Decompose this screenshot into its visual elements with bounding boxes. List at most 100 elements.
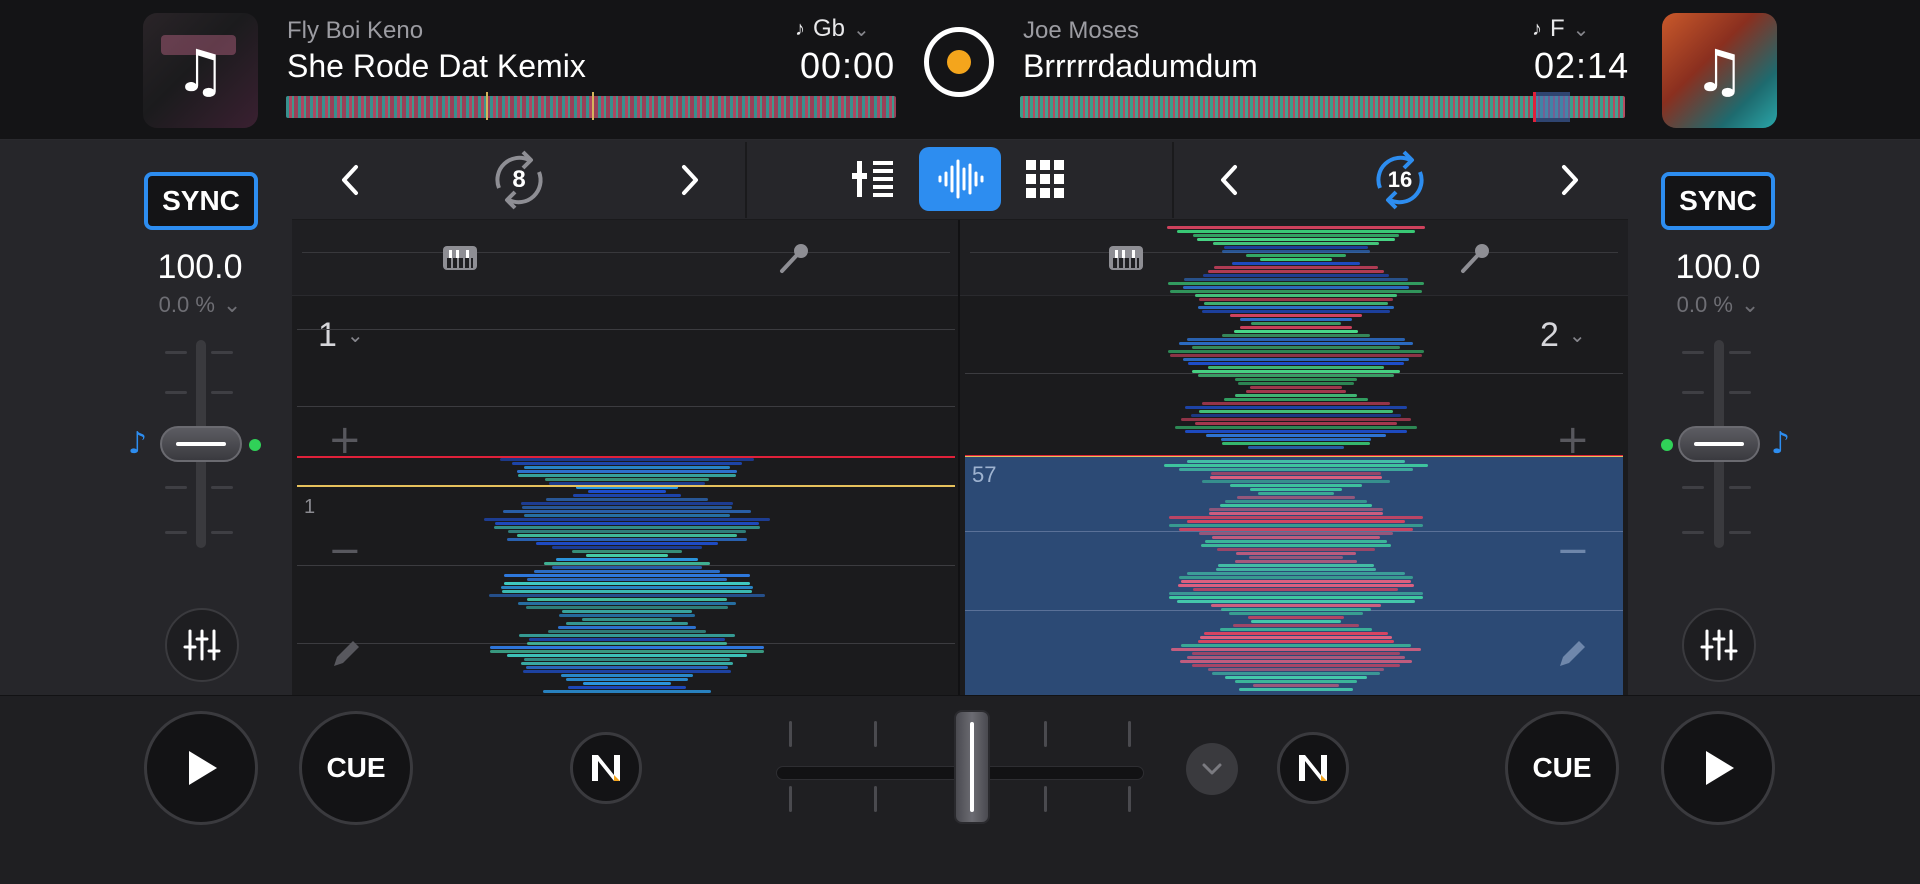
waveform-bar bbox=[1239, 326, 1353, 329]
waveform-bar bbox=[1179, 660, 1413, 663]
crossfader-options-button[interactable] bbox=[1186, 743, 1238, 795]
deck-a-eq-button[interactable] bbox=[165, 608, 239, 682]
record-icon bbox=[947, 50, 971, 74]
deck-a-play-button[interactable] bbox=[144, 711, 258, 825]
waveform-bar bbox=[523, 466, 731, 469]
waveform-bar bbox=[534, 570, 720, 573]
pencil-icon[interactable] bbox=[1554, 636, 1590, 672]
deck-a-number-selector[interactable]: 1 ⌄ bbox=[318, 316, 364, 355]
waveform-bar bbox=[507, 530, 747, 533]
deck-a-album-art[interactable]: ♫ bbox=[143, 13, 258, 128]
deck-a-neural-mix-button[interactable] bbox=[570, 732, 642, 804]
deck-b-pitch-fader-knob[interactable] bbox=[1678, 426, 1760, 462]
zoom-out-icon[interactable]: − bbox=[328, 528, 362, 574]
waveform-bar bbox=[525, 666, 729, 669]
waveform-bar bbox=[520, 502, 734, 505]
deck-b-album-art[interactable]: ♫ bbox=[1662, 13, 1777, 128]
deck-b-eq-button[interactable] bbox=[1682, 608, 1756, 682]
waveform-bar bbox=[1169, 524, 1423, 527]
keylock-note-icon[interactable]: ♪ bbox=[128, 426, 147, 461]
deck-b-play-button[interactable] bbox=[1661, 711, 1775, 825]
beat-grid-line bbox=[297, 406, 955, 407]
pencil-icon[interactable] bbox=[328, 636, 364, 672]
deck-b-bpm[interactable]: 100.0 bbox=[1618, 248, 1818, 287]
waveform-bar bbox=[502, 510, 752, 513]
waveform-bar bbox=[489, 650, 765, 653]
waveform-bar bbox=[1246, 254, 1346, 257]
pads-view-button[interactable] bbox=[1004, 147, 1086, 211]
deck-a-pitch-center-indicator bbox=[249, 439, 261, 451]
deck-a-bpm[interactable]: 100.0 bbox=[100, 248, 300, 287]
waveform-bar bbox=[1169, 592, 1423, 595]
deck-b-time: 02:14 bbox=[1534, 45, 1630, 86]
deck-b-loop-button[interactable]: 16 bbox=[1366, 148, 1434, 212]
waveform-bar bbox=[588, 490, 666, 493]
fader-tick bbox=[1682, 531, 1704, 534]
waveform-bar bbox=[529, 638, 725, 641]
waveform-bar bbox=[1183, 286, 1409, 289]
record-button[interactable] bbox=[924, 27, 994, 97]
microphone-icon[interactable] bbox=[776, 240, 812, 276]
waveform-bar bbox=[1250, 322, 1342, 325]
waveform-bar bbox=[1233, 330, 1359, 333]
waveform-bar bbox=[556, 558, 698, 561]
deck-b-pitch-range[interactable]: 0.0 % ⌄ bbox=[1618, 292, 1818, 318]
deck-b-loop-prev-button[interactable] bbox=[1209, 160, 1249, 200]
fader-tick bbox=[1729, 531, 1751, 534]
waveform-bar bbox=[1236, 496, 1356, 499]
waveform-bar bbox=[1197, 640, 1395, 643]
waveform-bar bbox=[561, 610, 693, 613]
deck-a-pitch-fader-knob[interactable] bbox=[160, 426, 242, 462]
beat-grid-line bbox=[297, 329, 955, 330]
microphone-icon[interactable] bbox=[1457, 240, 1493, 276]
deck-a-sync-button[interactable]: SYNC bbox=[144, 172, 258, 230]
waveform-bar bbox=[1231, 262, 1361, 265]
waveform-bar bbox=[1187, 656, 1405, 659]
keyboard-icon[interactable] bbox=[442, 240, 478, 276]
waveform-bar bbox=[1235, 378, 1357, 381]
keylock-note-icon[interactable]: ♪ bbox=[1771, 426, 1790, 461]
deck-b-loop-next-button[interactable] bbox=[1550, 160, 1590, 200]
waveform-bar bbox=[1183, 358, 1409, 361]
waveform-view-button[interactable] bbox=[919, 147, 1001, 211]
waveform-bar bbox=[518, 474, 736, 477]
waveform-bar bbox=[1260, 258, 1332, 261]
deck-b-neural-mix-button[interactable] bbox=[1277, 732, 1349, 804]
waveform-bar bbox=[1198, 298, 1394, 301]
waveform-bar bbox=[1247, 616, 1345, 619]
waveform-bar bbox=[1224, 398, 1368, 401]
deck-a-loop-next-button[interactable] bbox=[670, 160, 710, 200]
waveform-bar bbox=[1216, 548, 1376, 551]
waveform-bar bbox=[1201, 402, 1391, 405]
deck-b-cue-button[interactable]: CUE bbox=[1505, 711, 1619, 825]
deck-a-pitch-range[interactable]: 0.0 % ⌄ bbox=[100, 292, 300, 318]
deck-b-sync-button[interactable]: SYNC bbox=[1661, 172, 1775, 230]
waveform-bar bbox=[526, 642, 728, 645]
waveform-bar bbox=[494, 526, 760, 529]
top-bar: ♫ Fly Boi Keno She Rode Dat Kemix ♪ Gb ⌄… bbox=[0, 0, 1920, 140]
fader-tick bbox=[1682, 391, 1704, 394]
fader-tick bbox=[1682, 351, 1704, 354]
fader-tick bbox=[211, 531, 233, 534]
zoom-out-icon[interactable]: − bbox=[1556, 528, 1590, 574]
waveform-bar bbox=[1171, 648, 1421, 651]
deck-a-waveform[interactable]: 1 ⌄ + − 1 bbox=[292, 220, 960, 695]
waveform-bar bbox=[1186, 520, 1406, 523]
deck-b-number-selector[interactable]: 2 ⌄ bbox=[1540, 316, 1586, 355]
deck-b-waveform[interactable]: 2 ⌄ + − 57 bbox=[960, 220, 1628, 695]
deck-a-key-selector[interactable]: ♪ Gb ⌄ bbox=[795, 15, 870, 43]
deck-a-loop-button[interactable]: 8 bbox=[485, 148, 553, 212]
waveform-bar bbox=[516, 534, 737, 537]
fader-tick bbox=[1729, 486, 1751, 489]
crossfader-knob[interactable] bbox=[954, 710, 990, 824]
waveform-bar bbox=[1221, 442, 1370, 445]
music-note-icon: ♪ bbox=[795, 17, 805, 40]
deck-a-loop-prev-button[interactable] bbox=[330, 160, 370, 200]
toolbar-divider bbox=[1172, 142, 1174, 218]
mixer-view-button[interactable] bbox=[832, 147, 914, 211]
deck-a-cue-button[interactable]: CUE bbox=[299, 711, 413, 825]
waveform-bar bbox=[523, 514, 731, 517]
deck-b-key-selector[interactable]: ♪ F ⌄ bbox=[1532, 15, 1589, 43]
keyboard-icon[interactable] bbox=[1108, 240, 1144, 276]
waveform-bar bbox=[1192, 664, 1400, 667]
